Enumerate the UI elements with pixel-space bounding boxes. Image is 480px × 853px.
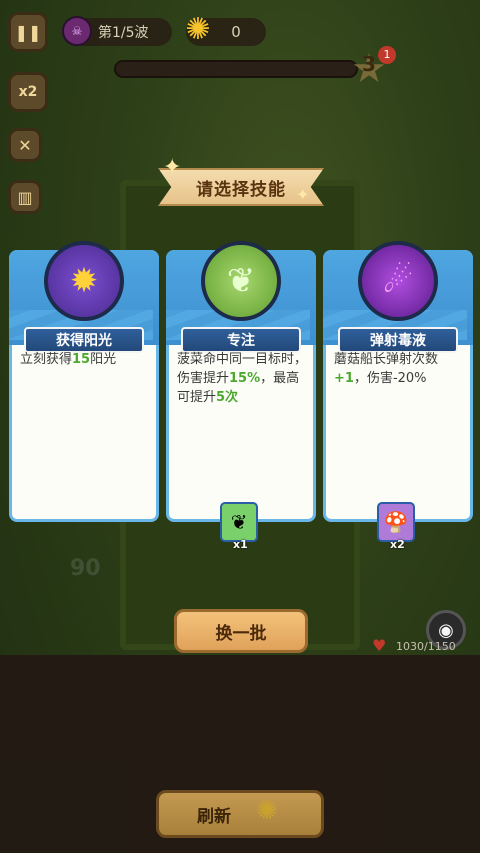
hero-count: x2 — [390, 538, 405, 551]
close-icon: ✕ — [18, 135, 32, 155]
sun-icon: ✺ — [256, 796, 278, 826]
spinach-hero-icon: ❦ — [220, 502, 258, 542]
skill-card-focus[interactable]: ❦ 专注 菠菜命中同一目标时，伤害提升15%，最高可提升5次 — [166, 241, 316, 522]
skill-description: 立刻获得15阳光 — [20, 352, 117, 367]
sparkle-icon: ✦ — [163, 155, 182, 180]
skip-button[interactable]: ✕ — [8, 128, 42, 162]
swap-batch-button[interactable]: 换一批 — [174, 609, 308, 653]
skill-description: 菠菜命中同一目标时，伤害提升15%，最高可提升5次 — [177, 352, 308, 405]
sun-icon: ✺ — [185, 12, 211, 47]
poison-icon: ☄ — [358, 241, 438, 321]
mushroom-hero-icon: 🍄 — [377, 502, 415, 542]
spinach-icon: ❦ — [201, 241, 281, 321]
heart-icon: ♥ — [372, 636, 387, 655]
base-hp: 1030/1150 — [396, 640, 456, 653]
dialog-title: 请选择技能 — [196, 179, 286, 200]
hero-count: x1 — [233, 538, 248, 551]
pause-button[interactable]: ❚❚ — [8, 12, 48, 52]
level-badge: 1 — [378, 46, 396, 64]
refresh-button[interactable]: 刷新 — [156, 790, 324, 838]
sun-burst-icon: ✹ — [44, 241, 124, 321]
sparkle-icon: ✦ — [296, 185, 310, 204]
wave-icon: ☠ — [62, 16, 92, 46]
skill-card-sunlight[interactable]: ✹ 获得阳光 立刻获得15阳光 — [9, 241, 159, 522]
stats-button[interactable]: ▥ — [8, 180, 42, 214]
pause-icon: ❚❚ — [14, 22, 42, 42]
skill-description: 蘑菇船长弹射次数+1，伤害-20% — [334, 352, 439, 386]
skill-card-poison[interactable]: ☄ 弹射毒液 蘑菇船长弹射次数+1，伤害-20% — [323, 241, 473, 522]
bar-chart-icon: ▥ — [17, 187, 33, 207]
speed-button[interactable]: x2 — [8, 72, 48, 112]
wave-progress-bar — [114, 60, 358, 78]
